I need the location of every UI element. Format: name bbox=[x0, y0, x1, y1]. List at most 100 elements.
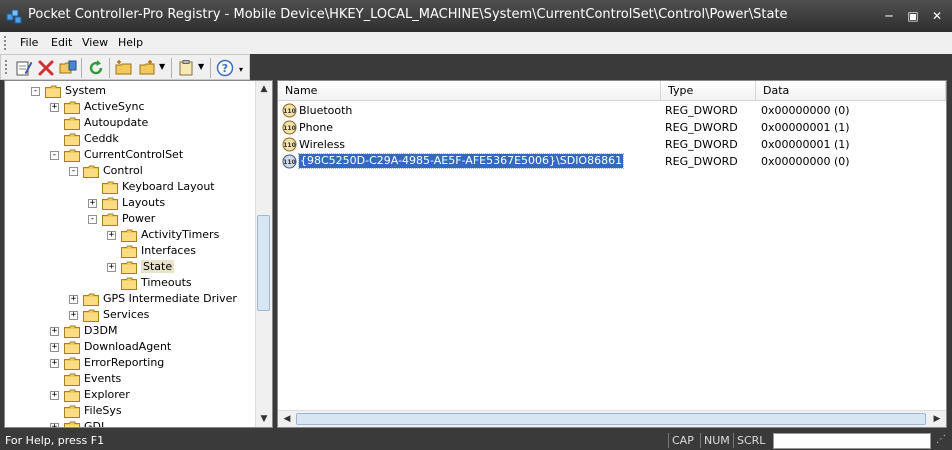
column-header-name[interactable]: Name bbox=[278, 81, 661, 101]
collapse-icon[interactable]: - bbox=[31, 87, 40, 96]
resize-grip-icon[interactable]: ⋰ bbox=[936, 434, 946, 445]
tree-node-label[interactable]: Events bbox=[84, 372, 121, 385]
scroll-down-icon[interactable]: ▼ bbox=[257, 411, 271, 427]
list-scroll-thumb[interactable] bbox=[296, 413, 926, 425]
refresh-icon[interactable] bbox=[87, 59, 105, 77]
help-icon[interactable]: ? bbox=[216, 59, 234, 77]
tree-node[interactable]: Keyboard Layout bbox=[5, 179, 255, 195]
tree-node-label[interactable]: DownloadAgent bbox=[84, 340, 171, 353]
menu-edit[interactable]: Edit bbox=[51, 36, 72, 49]
new-value-dropdown-icon[interactable]: ▼ bbox=[159, 62, 165, 71]
tree-node[interactable]: + Services bbox=[5, 307, 255, 323]
expand-icon[interactable]: + bbox=[69, 295, 78, 304]
menu-file[interactable]: File bbox=[20, 36, 38, 49]
tree-node[interactable]: + State bbox=[5, 259, 255, 275]
value-name[interactable]: Phone bbox=[299, 121, 333, 134]
clipboard-dropdown-icon[interactable]: ▼ bbox=[198, 62, 204, 71]
tree-node-label[interactable]: Layouts bbox=[122, 196, 165, 209]
value-name[interactable]: Bluetooth bbox=[299, 104, 352, 117]
value-name[interactable]: {98C5250D-C29A-4985-AE5F-AFE5367E5006}\S… bbox=[297, 153, 625, 169]
tree-node-label[interactable]: Interfaces bbox=[141, 244, 196, 257]
list-horizontal-scrollbar[interactable]: ◀ ▶ bbox=[278, 410, 946, 427]
tree-node[interactable]: + ActiveSync bbox=[5, 99, 255, 115]
new-value-icon[interactable] bbox=[139, 59, 157, 77]
tree-node[interactable]: + ErrorReporting bbox=[5, 355, 255, 371]
edit-icon[interactable] bbox=[15, 59, 33, 77]
expand-icon[interactable]: + bbox=[69, 311, 78, 320]
registry-tree[interactable]: - System + ActiveSync Autoupdate Ceddk - Curren… bbox=[4, 80, 273, 428]
expand-icon[interactable]: + bbox=[50, 327, 59, 336]
menu-help[interactable]: Help bbox=[118, 36, 143, 49]
clipboard-icon[interactable] bbox=[177, 59, 195, 77]
tree-node[interactable]: + ActivityTimers bbox=[5, 227, 255, 243]
values-list[interactable]: Name Type Data 110 Bluetooth REG_DWORD 0x00… bbox=[277, 80, 947, 428]
toolbar-grip-icon[interactable] bbox=[5, 60, 9, 74]
expand-icon[interactable]: + bbox=[50, 343, 59, 352]
list-item[interactable]: 110 Bluetooth REG_DWORD 0x00000000 (0) bbox=[278, 102, 946, 119]
tree-node-label[interactable]: Keyboard Layout bbox=[122, 180, 215, 193]
tree-node[interactable]: + DownloadAgent bbox=[5, 339, 255, 355]
tree-node-label[interactable]: GPS Intermediate Driver bbox=[103, 292, 237, 305]
list-item[interactable]: 110 Phone REG_DWORD 0x00000001 (1) bbox=[278, 119, 946, 136]
tree-node-label[interactable]: GDI bbox=[84, 420, 104, 427]
toolbar-overflow-icon[interactable]: ▾ bbox=[239, 65, 243, 74]
tree-node-label[interactable]: D3DM bbox=[84, 324, 117, 337]
tree-node[interactable]: - CurrentControlSet bbox=[5, 147, 255, 163]
tree-node[interactable]: + GPS Intermediate Driver bbox=[5, 291, 255, 307]
tree-node-label[interactable]: FileSys bbox=[84, 404, 122, 417]
tree-node-label[interactable]: CurrentControlSet bbox=[84, 148, 183, 161]
tree-node-label[interactable]: Explorer bbox=[84, 388, 130, 401]
open-folder-icon[interactable] bbox=[59, 59, 77, 77]
collapse-icon[interactable]: - bbox=[88, 215, 97, 224]
menu-grip-icon[interactable] bbox=[4, 36, 8, 50]
collapse-icon[interactable]: - bbox=[50, 151, 59, 160]
tree-node[interactable]: - Control bbox=[5, 163, 255, 179]
menu-view[interactable]: View bbox=[82, 36, 108, 49]
tree-node[interactable]: - Power bbox=[5, 211, 255, 227]
tree-node-label[interactable]: State bbox=[141, 260, 175, 273]
tree-node-label[interactable]: ActiveSync bbox=[84, 100, 145, 113]
scroll-up-icon[interactable]: ▲ bbox=[257, 81, 271, 97]
tree-node[interactable]: Autoupdate bbox=[5, 115, 255, 131]
tree-node[interactable]: - System bbox=[5, 83, 255, 99]
tree-scroll-thumb[interactable] bbox=[257, 215, 270, 311]
tree-node-label[interactable]: Ceddk bbox=[84, 132, 119, 145]
tree-vertical-scrollbar[interactable]: ▲ ▼ bbox=[255, 81, 272, 427]
list-item[interactable]: 110 {98C5250D-C29A-4985-AE5F-AFE5367E5006… bbox=[278, 153, 946, 170]
collapse-icon[interactable]: - bbox=[69, 167, 78, 176]
tree-node[interactable]: + GDI bbox=[5, 419, 255, 427]
new-key-icon[interactable] bbox=[115, 59, 133, 77]
tree-node[interactable]: + Layouts bbox=[5, 195, 255, 211]
tree-node-label[interactable]: ErrorReporting bbox=[84, 356, 164, 369]
scroll-right-icon[interactable]: ▶ bbox=[930, 411, 944, 427]
tree-node[interactable]: + Explorer bbox=[5, 387, 255, 403]
tree-node[interactable]: Timeouts bbox=[5, 275, 255, 291]
expand-icon[interactable]: + bbox=[50, 359, 59, 368]
column-header-type[interactable]: Type bbox=[661, 81, 756, 101]
value-name[interactable]: Wireless bbox=[299, 138, 345, 151]
tree-node-label[interactable]: Services bbox=[103, 308, 149, 321]
restore-button[interactable]: ▣ bbox=[904, 8, 922, 24]
expand-icon[interactable]: + bbox=[107, 263, 116, 272]
expand-icon[interactable]: + bbox=[88, 199, 97, 208]
tree-node[interactable]: Interfaces bbox=[5, 243, 255, 259]
tree-node-label[interactable]: Power bbox=[122, 212, 155, 225]
tree-node[interactable]: FileSys bbox=[5, 403, 255, 419]
tree-node[interactable]: + D3DM bbox=[5, 323, 255, 339]
expand-icon[interactable]: + bbox=[50, 423, 59, 427]
tree-node[interactable]: Events bbox=[5, 371, 255, 387]
tree-node-label[interactable]: Autoupdate bbox=[84, 116, 148, 129]
close-button[interactable]: ✕ bbox=[928, 8, 946, 24]
list-item[interactable]: 110 Wireless REG_DWORD 0x00000001 (1) bbox=[278, 136, 946, 153]
tree-node-label[interactable]: Control bbox=[103, 164, 143, 177]
tree-node-label[interactable]: System bbox=[65, 84, 106, 97]
scroll-left-icon[interactable]: ◀ bbox=[280, 411, 294, 427]
tree-node[interactable]: Ceddk bbox=[5, 131, 255, 147]
column-header-data[interactable]: Data bbox=[756, 81, 946, 101]
minimize-button[interactable]: ─ bbox=[880, 8, 898, 24]
expand-icon[interactable]: + bbox=[50, 391, 59, 400]
delete-icon[interactable] bbox=[37, 59, 55, 77]
expand-icon[interactable]: + bbox=[50, 103, 59, 112]
expand-icon[interactable]: + bbox=[107, 231, 116, 240]
tree-node-label[interactable]: ActivityTimers bbox=[141, 228, 219, 241]
